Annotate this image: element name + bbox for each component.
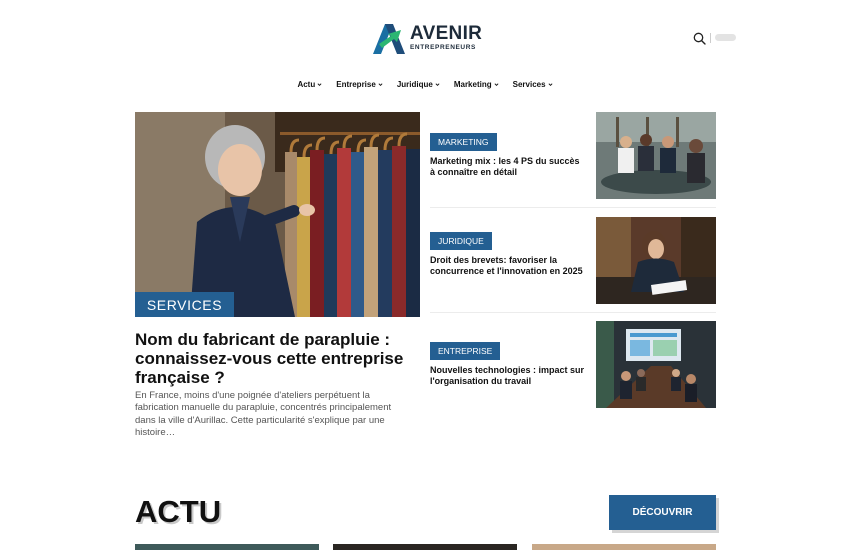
chevron-down-icon [548, 83, 553, 86]
divider [430, 312, 716, 313]
chevron-down-icon [378, 83, 383, 86]
logo-title: AVENIR [410, 23, 483, 45]
actu-thumbnail[interactable] [532, 544, 716, 550]
side-article: ENTREPRISE Nouvelles technologies : impa… [430, 321, 716, 417]
nav-label: Juridique [396, 80, 433, 89]
side-article: MARKETING Marketing mix : les 4 PS du su… [430, 112, 716, 208]
nav-label: Entreprise [336, 80, 376, 89]
discover-button[interactable]: DÉCOUVRIR [609, 495, 716, 530]
section-title-actu: ACTU [135, 494, 222, 529]
divider [430, 207, 716, 208]
umbrella-shop-image [135, 112, 420, 317]
nav-item-services[interactable]: Services [513, 80, 553, 89]
article-title[interactable]: Marketing mix : les 4 PS du succès à con… [430, 156, 585, 178]
nav-label: Actu [297, 80, 316, 89]
nav-label: Services [512, 80, 546, 89]
featured-category-badge[interactable]: SERVICES [135, 292, 234, 317]
search-icon[interactable] [693, 32, 706, 45]
meeting-image [596, 112, 716, 199]
featured-image[interactable] [135, 112, 420, 317]
side-article: JURIDIQUE Droit des brevets: favoriser l… [430, 217, 716, 313]
nav-item-juridique[interactable]: Juridique [397, 80, 440, 89]
article-image[interactable] [596, 321, 716, 408]
chevron-down-icon [494, 83, 499, 86]
actu-thumbnail[interactable] [135, 544, 319, 550]
article-image[interactable] [596, 112, 716, 199]
article-title[interactable]: Nouvelles technologies : impact sur l'or… [430, 365, 585, 387]
nav-item-entreprise[interactable]: Entreprise [336, 80, 383, 89]
conference-image [596, 321, 716, 408]
actu-thumbnail[interactable] [333, 544, 517, 550]
featured-title[interactable]: Nom du fabricant de parapluie : connaiss… [135, 330, 420, 387]
featured-excerpt: En France, moins d'une poignée d'atelier… [135, 390, 392, 438]
main-nav: Actu Entreprise Juridique Marketing Serv… [0, 80, 850, 89]
lawyer-image [596, 217, 716, 304]
category-badge[interactable]: MARKETING [430, 133, 497, 151]
article-image[interactable] [596, 217, 716, 304]
chevron-down-icon [435, 83, 440, 86]
nav-item-actu[interactable]: Actu [297, 80, 322, 89]
chevron-down-icon [317, 83, 322, 86]
category-badge[interactable]: ENTREPRISE [430, 342, 501, 360]
logo-subtitle: ENTREPRENEURS [410, 44, 476, 52]
nav-item-marketing[interactable]: Marketing [454, 80, 499, 89]
dark-mode-toggle[interactable] [715, 34, 736, 41]
category-badge[interactable]: JURIDIQUE [430, 232, 492, 250]
header-divider [710, 33, 711, 43]
logo-mark-icon [373, 24, 405, 54]
nav-label: Marketing [453, 80, 492, 89]
article-title[interactable]: Droit des brevets: favoriser la concurre… [430, 255, 585, 277]
site-logo[interactable]: AVENIR ENTREPRENEURS [371, 20, 483, 56]
